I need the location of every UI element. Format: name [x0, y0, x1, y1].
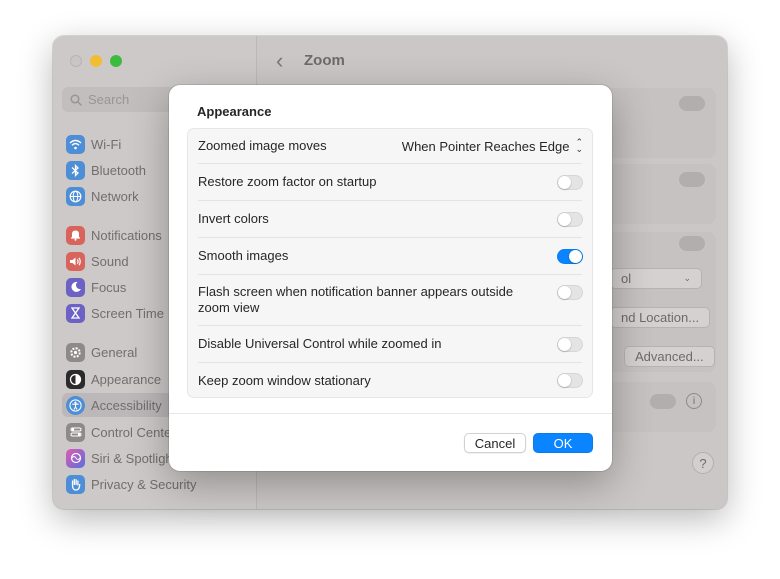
bell-icon: [66, 225, 85, 245]
control-center-icon: [66, 422, 85, 442]
background-toggle[interactable]: [679, 172, 705, 187]
globe-icon: [66, 186, 85, 206]
sidebar-item-label: Privacy & Security: [91, 476, 197, 492]
minimize-window-button[interactable]: [90, 55, 102, 67]
help-label: ?: [699, 455, 707, 471]
row-zoomed-image-moves: Zoomed image moves When Pointer Reaches …: [188, 129, 592, 163]
sidebar-item-label: Sound: [91, 253, 129, 269]
sidebar-item-label: General: [91, 344, 138, 360]
sidebar-item-label: Control Cente: [91, 424, 172, 440]
invert-colors-toggle[interactable]: [557, 211, 583, 227]
flash-screen-toggle[interactable]: [557, 285, 583, 300]
sidebar-item-label: Siri & Spotligh: [91, 450, 173, 466]
gear-icon: [66, 342, 85, 362]
location-button[interactable]: nd Location...: [610, 307, 711, 328]
background-select[interactable]: ol ⌄: [610, 268, 702, 289]
smooth-images-toggle[interactable]: [557, 248, 583, 264]
location-button-label: nd Location...: [621, 310, 700, 325]
help-button[interactable]: ?: [692, 452, 714, 474]
restore-zoom-factor-toggle[interactable]: [557, 174, 583, 190]
bluetooth-icon: [66, 160, 85, 180]
row-label: Restore zoom factor on startup: [198, 174, 377, 189]
row-label: Flash screen when notification banner ap…: [198, 284, 514, 315]
row-label: Keep zoom window stationary: [198, 372, 371, 388]
sidebar-item-label: Notifications: [91, 227, 162, 243]
chevron-down-icon: ⌄: [683, 273, 691, 283]
dialog-title: Appearance: [197, 104, 272, 119]
advanced-button-label: Advanced...: [635, 349, 704, 364]
background-toggle[interactable]: [650, 394, 676, 409]
ok-button[interactable]: OK: [533, 433, 593, 453]
background-toggle[interactable]: [679, 236, 705, 251]
row-label: Zoomed image moves: [198, 138, 327, 153]
cancel-button[interactable]: Cancel: [464, 433, 526, 453]
row-label: Invert colors: [198, 211, 269, 226]
wifi-icon: [66, 134, 85, 154]
row-keep-zoom-window-stationary: Keep zoom window stationary: [188, 363, 592, 398]
row-smooth-images: Smooth images: [188, 238, 592, 274]
sidebar-item-label: Screen Time: [91, 305, 164, 321]
search-placeholder: Search: [88, 92, 130, 107]
hourglass-icon: [66, 303, 85, 323]
sidebar-item-label: Accessibility: [91, 397, 162, 413]
keep-zoom-window-stationary-toggle[interactable]: [557, 373, 583, 388]
hand-icon: [66, 474, 85, 494]
select-value: ol: [621, 271, 632, 286]
settings-group: Zoomed image moves When Pointer Reaches …: [187, 128, 593, 398]
accessibility-icon: [66, 395, 85, 415]
row-disable-universal-control: Disable Universal Control while zoomed i…: [188, 326, 592, 362]
advanced-button[interactable]: Advanced...: [624, 346, 715, 367]
page-title: Zoom: [304, 52, 345, 69]
row-invert-colors: Invert colors: [188, 201, 592, 237]
disable-universal-control-toggle[interactable]: [557, 336, 583, 352]
background-toggle[interactable]: [679, 96, 705, 111]
appearance-icon: [66, 369, 85, 389]
back-button[interactable]: ‹: [276, 48, 283, 74]
speaker-icon: [66, 251, 85, 271]
popup-value: When Pointer Reaches Edge: [401, 138, 570, 154]
sidebar-item-label: Bluetooth: [91, 162, 146, 178]
up-down-chevron-icon: ⌃ ⌄: [575, 137, 583, 154]
row-restore-zoom-factor: Restore zoom factor on startup: [188, 164, 592, 200]
sidebar-item-label: Wi-Fi: [91, 136, 122, 152]
row-flash-screen: Flash screen when notification banner ap…: [188, 275, 592, 325]
close-window-button[interactable]: [70, 55, 82, 67]
siri-icon: [66, 448, 85, 468]
info-icon[interactable]: i: [686, 393, 702, 409]
row-label: Disable Universal Control while zoomed i…: [198, 336, 442, 351]
sidebar-item-label: Appearance: [91, 371, 162, 387]
sidebar-item-privacy-security[interactable]: Privacy & Security: [66, 472, 251, 496]
search-icon: [70, 93, 82, 106]
maximize-window-button[interactable]: [110, 55, 122, 67]
row-label: Smooth images: [198, 248, 289, 263]
zoomed-image-moves-popup[interactable]: When Pointer Reaches Edge ⌃ ⌄: [401, 137, 583, 154]
appearance-dialog: Appearance Zoomed image moves When Point…: [169, 85, 612, 471]
sidebar-item-label: Focus: [91, 279, 127, 295]
sidebar-item-label: Network: [91, 188, 139, 204]
footer-divider: [169, 413, 612, 414]
moon-icon: [66, 277, 85, 297]
